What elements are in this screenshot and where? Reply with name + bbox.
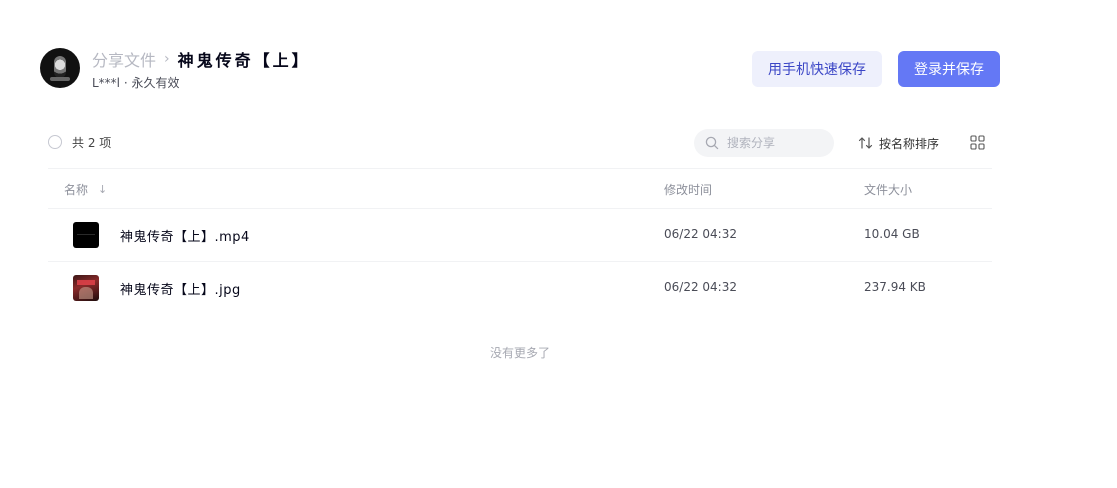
file-name[interactable]: 神鬼传奇【上】.jpg <box>120 279 241 298</box>
thumb-detail <box>77 280 95 285</box>
search-icon <box>705 136 719 150</box>
file-size: 10.04 GB <box>864 227 920 241</box>
toolbar-divider <box>48 168 992 169</box>
search-input[interactable] <box>725 135 829 151</box>
file-modified: 06/22 04:32 <box>664 280 737 294</box>
grid-view-icon <box>970 135 985 150</box>
search-box[interactable] <box>694 129 834 157</box>
video-thumbnail-icon <box>73 222 99 248</box>
mobile-save-button[interactable]: 用手机快速保存 <box>752 51 882 87</box>
sort-down-icon: ↓ <box>98 183 108 196</box>
file-name[interactable]: 神鬼传奇【上】.mp4 <box>120 226 250 245</box>
grid-view-toggle[interactable] <box>970 135 985 154</box>
item-count: 共 2 项 <box>72 136 112 150</box>
select-all-checkbox[interactable] <box>48 135 62 149</box>
thumb-detail <box>79 287 93 299</box>
no-more-label: 没有更多了 <box>489 346 550 360</box>
page-title: 神鬼传奇【上】 <box>177 51 311 70</box>
table-row[interactable]: 神鬼传奇【上】.jpg 06/22 04:32 237.94 KB <box>48 262 992 314</box>
breadcrumb-separator-icon: › <box>164 51 170 67</box>
column-header-name-label: 名称 <box>64 183 89 197</box>
avatar-microphone-icon <box>54 56 66 78</box>
table-row[interactable]: 神鬼传奇【上】.mp4 06/22 04:32 10.04 GB <box>48 209 992 261</box>
avatar-stand <box>50 77 70 81</box>
sort-by-name-button[interactable]: 按名称排序 <box>858 133 939 153</box>
owner-avatar <box>40 48 80 88</box>
image-thumbnail-icon <box>73 275 99 301</box>
column-header-size[interactable]: 文件大小 <box>864 181 912 198</box>
column-header-modified[interactable]: 修改时间 <box>664 181 712 198</box>
column-header-name[interactable]: 名称 ↓ <box>64 181 107 198</box>
sort-icon <box>858 137 873 149</box>
breadcrumb: 分享文件 › 神鬼传奇【上】 <box>92 47 311 71</box>
breadcrumb-root[interactable]: 分享文件 <box>92 47 156 71</box>
login-save-button[interactable]: 登录并保存 <box>898 51 1000 87</box>
owner-meta: L***l · 永久有效 <box>92 76 180 90</box>
sort-label: 按名称排序 <box>879 136 940 151</box>
file-size: 237.94 KB <box>864 280 926 294</box>
file-modified: 06/22 04:32 <box>664 227 737 241</box>
share-page: 分享文件 › 神鬼传奇【上】 L***l · 永久有效 用手机快速保存 登录并保… <box>0 0 1117 488</box>
